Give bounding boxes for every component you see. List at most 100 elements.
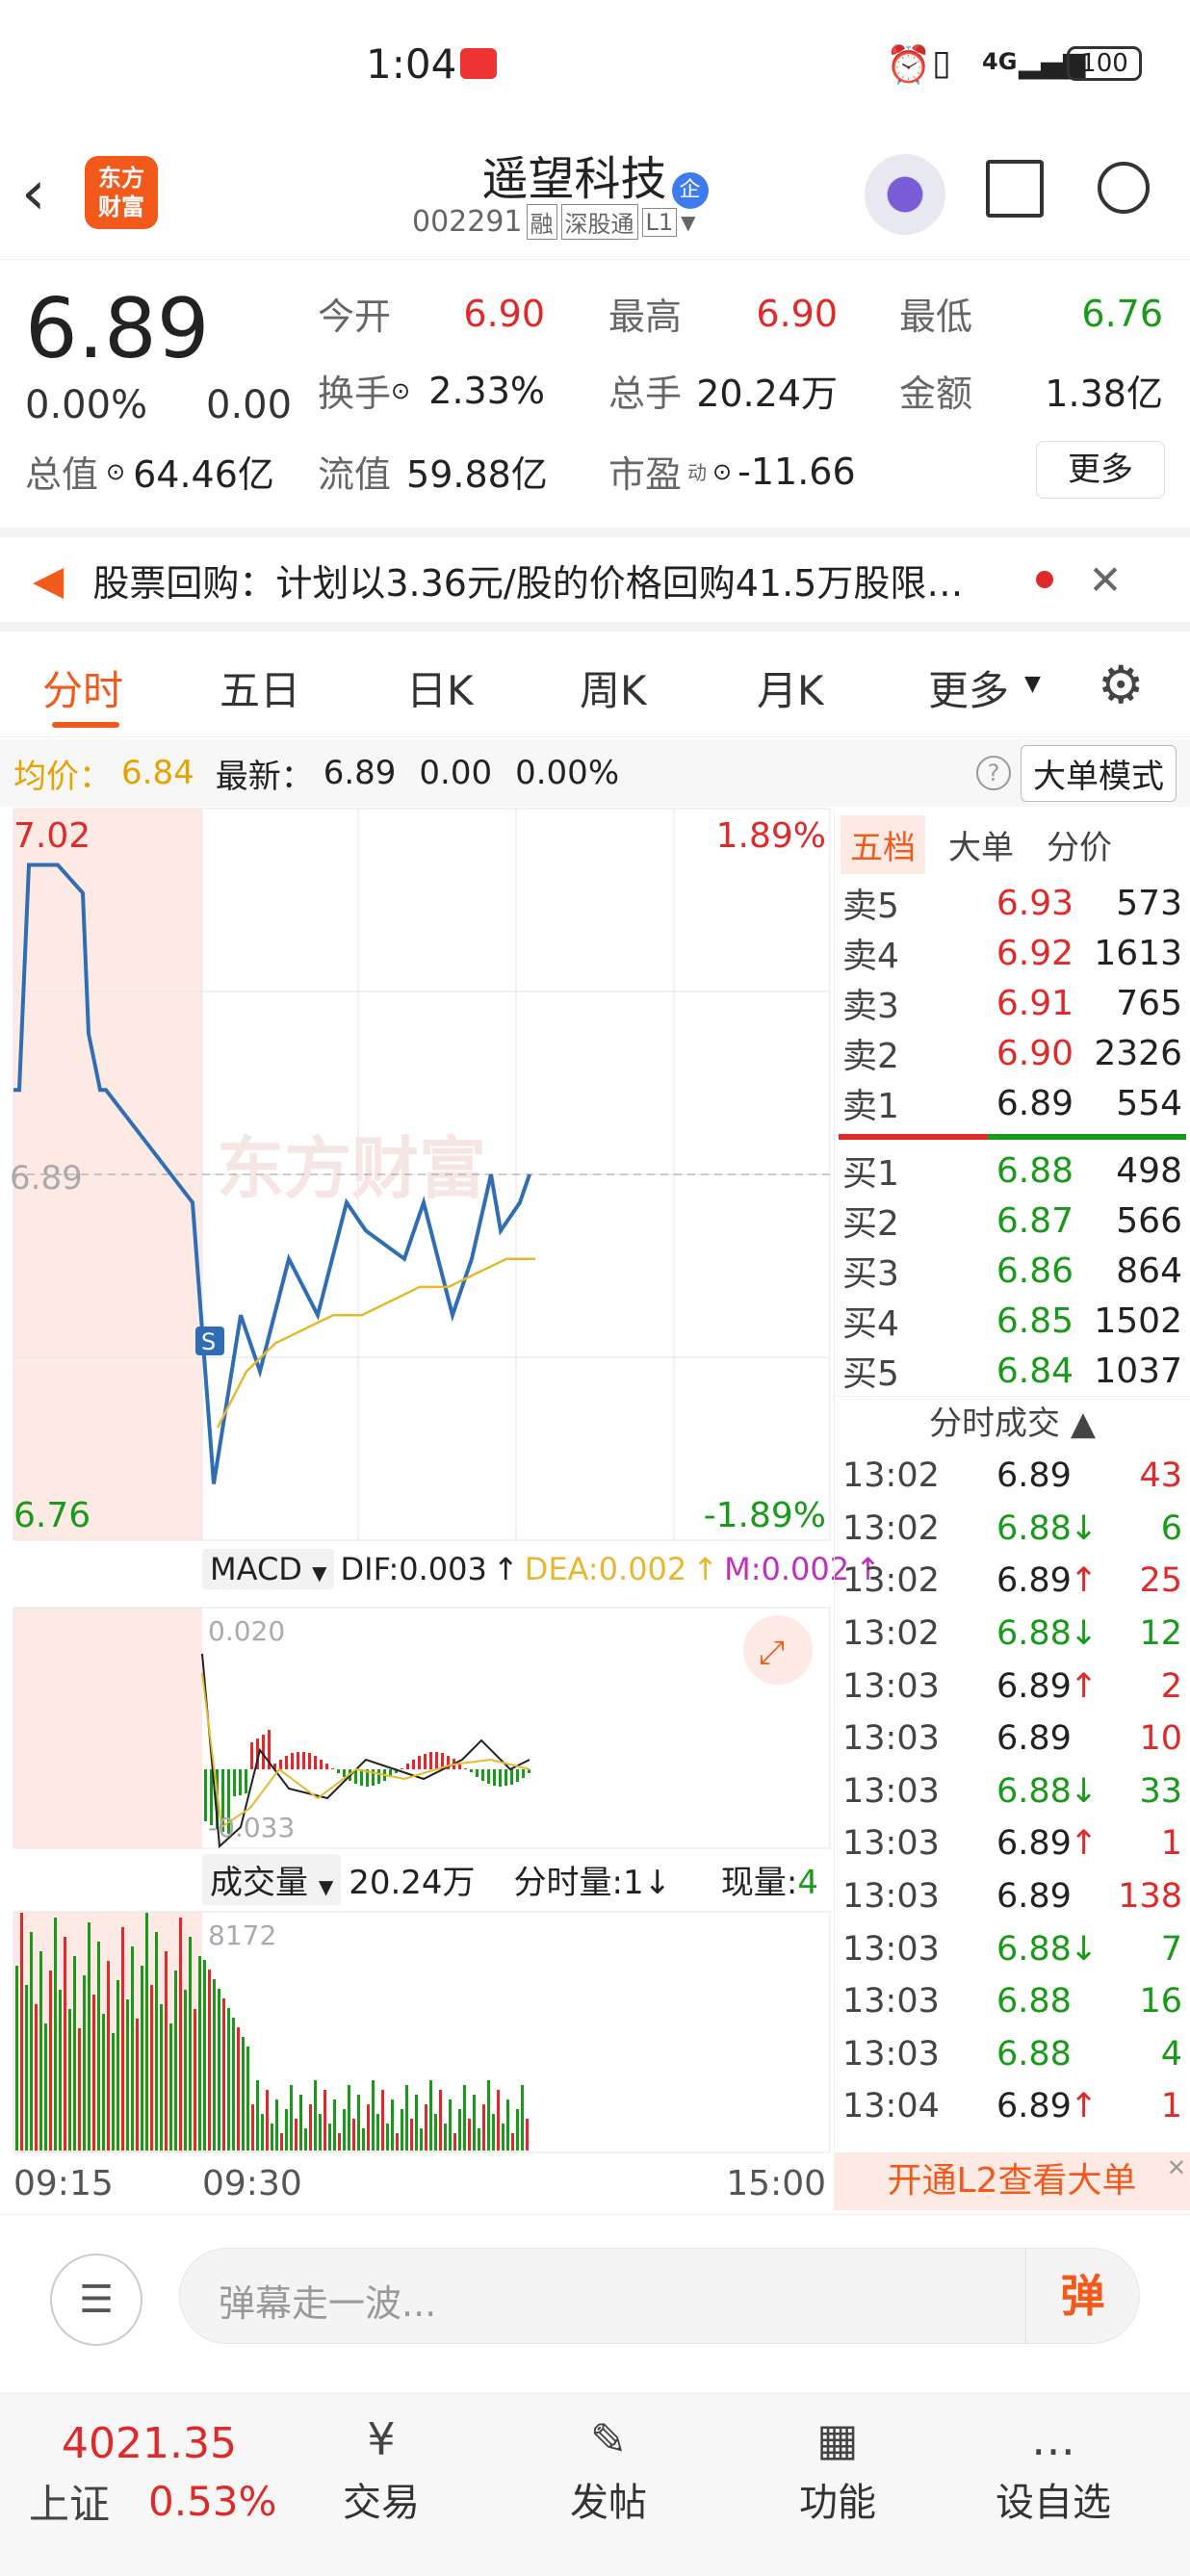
svg-text:-0.033: -0.033 (208, 1812, 295, 1843)
stock-code-row[interactable]: 002291 融 深股通 L1 ▼ (412, 204, 696, 240)
close-icon[interactable]: ✕ (1167, 2139, 1186, 2197)
quote-field: 今开 6.90 (318, 292, 545, 339)
volume-bar (54, 1918, 57, 2151)
quote-field: 总手 20.24万 (608, 364, 838, 417)
tick-row: 13:02 6.89 ↑ 25 (842, 1561, 1182, 1601)
macd-bar (487, 1769, 490, 1784)
time-end: 15:00 (726, 2164, 826, 2199)
book-row: 买4 6.85 1502 (842, 1301, 1182, 1345)
volume-period: 分时量:1↓ (513, 1863, 672, 1902)
volume-bar (203, 1960, 206, 2151)
bottom-nav: 4021.35 上证 0.53% ¥ 交易 ✎ 发帖 ▦ 功能 … 设自选 (0, 2393, 1190, 2576)
tab-3[interactable]: 周K (580, 658, 647, 717)
volume-bar (338, 2133, 341, 2151)
macd-bar (499, 1769, 502, 1787)
tick-header[interactable]: 分时成交 ▲ (835, 1396, 1190, 1450)
danmu-send-button[interactable]: 弹 (1025, 2249, 1139, 2343)
macd-bar (377, 1769, 380, 1784)
big-order-mode-button[interactable]: 大单模式 (1021, 744, 1177, 802)
period-tabs: 分时 五日 日K 周K 月K 更多 ▼ ⚙ (0, 637, 1190, 737)
robot-avatar[interactable] (865, 154, 945, 235)
book-tab-1[interactable]: 大单 (939, 815, 1023, 874)
macd-bar (435, 1752, 438, 1769)
volume-bar (285, 2109, 288, 2151)
volume-bar (401, 2109, 403, 2151)
volume-bar (78, 2028, 81, 2151)
volume-bar (304, 2128, 307, 2151)
macd-bar (522, 1769, 525, 1778)
volume-bar (251, 2104, 254, 2151)
volume-bar (150, 1985, 153, 2151)
danmu-settings-icon[interactable]: ☰ (50, 2254, 142, 2346)
volume-bar (348, 2085, 350, 2151)
book-tab-0[interactable]: 五档 (841, 814, 925, 874)
tab-5[interactable]: 更多 (928, 658, 1009, 717)
tab-underline (52, 722, 119, 728)
quote-row-3: 总值 ⊙ 64.46亿 (25, 445, 274, 498)
volume-bar (328, 2124, 331, 2151)
macd-bar (308, 1753, 311, 1769)
help-icon[interactable]: ? (976, 756, 1011, 790)
dropdown-icon: ▼ (1024, 672, 1041, 696)
tab-2[interactable]: 日K (406, 658, 474, 717)
volume-bar (73, 1956, 76, 2151)
info-icon[interactable]: ⊙ (106, 458, 125, 485)
close-icon[interactable]: ✕ (1088, 556, 1122, 604)
watermark: 东方财富 (217, 1129, 486, 1208)
more-button[interactable]: 更多 (1036, 441, 1165, 499)
volume-bar (145, 1913, 148, 2151)
nav-item-2[interactable]: ▦ 功能 (780, 2413, 895, 2527)
share-icon[interactable] (986, 160, 1044, 218)
info-icon[interactable]: ⊙ (712, 458, 732, 485)
quote-field: 换手 ⊙ 2.33% (318, 369, 545, 416)
volume-bar (290, 2085, 293, 2151)
tab-1[interactable]: 五日 (220, 658, 300, 717)
book-tab-2[interactable]: 分价 (1037, 815, 1122, 874)
macd-selector[interactable]: MACD ▼ (202, 1549, 335, 1589)
volume-peak: 8172 (208, 1919, 276, 1951)
volume-bar (410, 2119, 413, 2151)
volume-bar (444, 2124, 447, 2151)
l2-banner[interactable]: 开通L2查看大单 ✕ (834, 2152, 1190, 2210)
notice-text: 股票回购：计划以3.36元/股的价格回购41.5万股限… (92, 561, 964, 605)
volume-bar (434, 2114, 437, 2151)
intraday-chart[interactable]: 东方财富 S 7.02 6.89 6.76 1.89% -1.89% 0.020… (0, 807, 832, 2199)
volume-bar (295, 2119, 298, 2151)
volume-bar (381, 2090, 384, 2151)
tab-0[interactable]: 分时 (42, 658, 123, 717)
y-low-label: 6.76 (13, 1496, 91, 1535)
nav-icon-1: ✎ (589, 2413, 628, 2465)
latest-chg: 0.00 (419, 754, 493, 792)
latest-price: 6.89 (323, 754, 397, 792)
volume-bar (20, 1913, 23, 2151)
danmu-input[interactable]: 弹幕走一波... 弹 (179, 2248, 1140, 2344)
volume-bar (107, 1961, 110, 2151)
macd-bar (510, 1769, 513, 1785)
volume-bar (246, 2047, 249, 2151)
volume-bar (218, 1989, 220, 2151)
nav-item-0[interactable]: ¥ 交易 (323, 2413, 439, 2527)
info-icon[interactable]: ⊙ (391, 377, 410, 404)
volume-bar (502, 2124, 504, 2151)
macd-bar (504, 1769, 507, 1786)
pe-value: -11.66 (737, 450, 856, 493)
volume-header: 成交量 ▼ 20.24万 分时量:1↓ 现量:4 (202, 1852, 818, 1906)
index-ticker[interactable]: 4021.35 上证 0.53% (29, 2419, 276, 2531)
nav-item-1[interactable]: ✎ 发帖 (551, 2413, 666, 2527)
macd-pre-band (13, 1608, 202, 1848)
volume-bar (237, 2027, 240, 2151)
volume-bar (92, 1995, 95, 2151)
notice-bar[interactable]: ◀ 股票回购：计划以3.36元/股的价格回购41.5万股限… ✕ (0, 528, 1190, 631)
macd-header: MACD ▼ DIF:0.003 ↑ DEA:0.002 ↑ M:0.002 ↑ (202, 1542, 881, 1596)
volume-bar (453, 2133, 456, 2151)
volume-selector[interactable]: 成交量 ▼ (202, 1853, 342, 1905)
gear-icon[interactable]: ⚙ (1098, 655, 1144, 715)
search-icon[interactable] (1098, 162, 1150, 214)
volume-bar (242, 2037, 245, 2151)
signal-icon: 4G (982, 48, 1018, 75)
tab-4[interactable]: 月K (757, 658, 824, 717)
svg-text:0.020: 0.020 (208, 1615, 285, 1647)
volume-bar (415, 2095, 418, 2151)
nav-item-3[interactable]: … 设自选 (996, 2413, 1111, 2527)
time-mid: 09:30 (202, 2164, 302, 2199)
